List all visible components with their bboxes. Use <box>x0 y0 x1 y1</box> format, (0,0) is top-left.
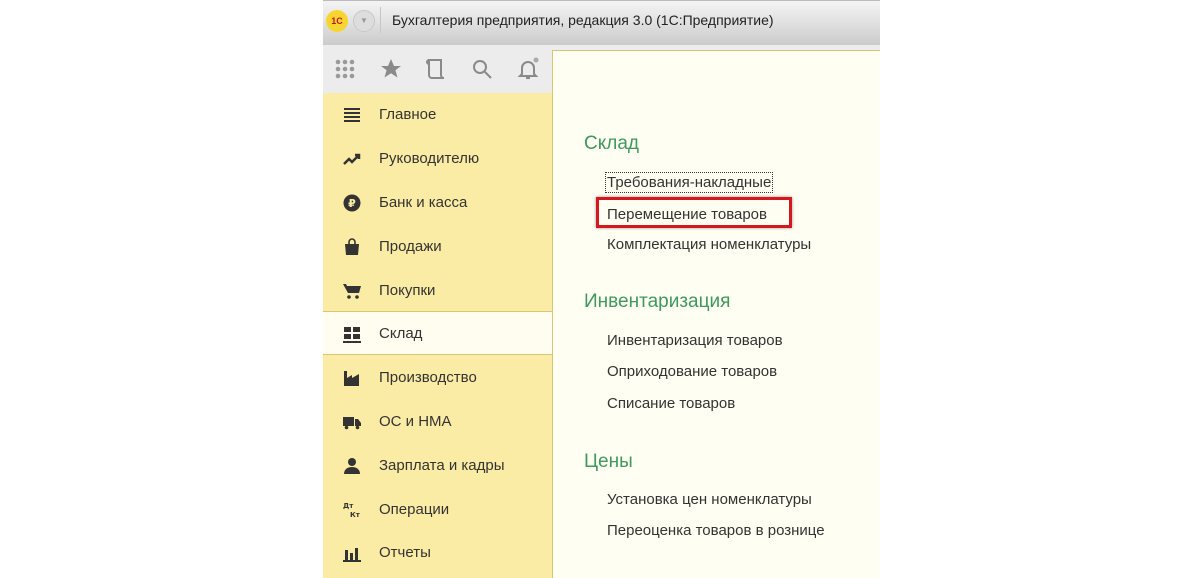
dt-label: Дт <box>343 502 354 510</box>
sidebar-item-label: Главное <box>379 106 437 123</box>
sidebar-item-purchases[interactable]: Покупки <box>323 269 552 312</box>
sidebar-item-label: Производство <box>379 369 477 386</box>
link-receipt-goods[interactable]: Оприходование товаров <box>607 363 777 380</box>
section-title-inventory: Инвентаризация <box>584 291 731 312</box>
sidebar: Главное Руководителю ₽ Банк и касса Прод… <box>323 93 553 578</box>
apps-grid-icon[interactable] <box>333 57 357 81</box>
sidebar-item-label: Покупки <box>379 282 436 299</box>
sidebar-item-operations[interactable]: Дт Кт Операции <box>323 488 552 531</box>
bag-icon <box>345 238 359 255</box>
main-menu-button[interactable]: ▼ <box>353 10 375 32</box>
menu-lines-icon <box>344 108 360 122</box>
section-title-prices: Цены <box>584 451 633 472</box>
svg-text:₽: ₽ <box>348 197 356 210</box>
sidebar-item-manager[interactable]: Руководителю <box>323 137 552 180</box>
sidebar-item-label: Операции <box>379 501 450 518</box>
person-icon <box>344 458 360 474</box>
bell-icon[interactable] <box>516 57 540 81</box>
history-icon[interactable] <box>424 57 448 81</box>
highlight-box <box>596 197 792 228</box>
sidebar-item-sales[interactable]: Продажи <box>323 225 552 268</box>
sidebar-item-reports[interactable]: Отчеты <box>323 531 552 574</box>
trend-icon <box>343 153 361 165</box>
link-inventory-goods[interactable]: Инвентаризация товаров <box>607 332 783 349</box>
sidebar-item-label: Продажи <box>379 238 442 255</box>
kt-label: Кт <box>350 511 361 519</box>
dt-kt-icon: Дт Кт <box>343 502 361 519</box>
truck-icon <box>343 417 361 430</box>
sidebar-item-warehouse[interactable]: Склад <box>323 311 552 355</box>
sidebar-item-label: ОС и НМА <box>379 413 452 430</box>
warehouse-icon <box>343 327 361 343</box>
sidebar-item-fixed-assets[interactable]: ОС и НМА <box>323 400 552 443</box>
search-icon[interactable] <box>470 57 494 81</box>
link-requisitions[interactable]: Требования-накладные <box>604 172 774 193</box>
app-window: 1С ▼ Бухгалтерия предприятия, редакция 3… <box>323 0 880 578</box>
bar-chart-icon <box>343 548 361 562</box>
divider <box>380 7 381 33</box>
sidebar-item-label: Зарплата и кадры <box>379 457 505 474</box>
factory-icon <box>344 371 359 386</box>
sidebar-item-label: Руководителю <box>379 150 480 167</box>
cart-icon <box>343 284 361 299</box>
1c-logo[interactable]: 1С <box>326 10 348 32</box>
sidebar-item-label: Отчеты <box>379 544 431 561</box>
sidebar-item-label: Банк и касса <box>379 194 468 211</box>
link-revaluation[interactable]: Переоценка товаров в рознице <box>607 522 825 539</box>
sidebar-item-production[interactable]: Производство <box>323 356 552 399</box>
title-bar: 1С ▼ Бухгалтерия предприятия, редакция 3… <box>323 0 880 46</box>
star-icon[interactable] <box>379 57 403 81</box>
sidebar-item-salary[interactable]: Зарплата и кадры <box>323 444 552 487</box>
link-set-prices[interactable]: Установка цен номенклатуры <box>607 491 812 508</box>
sidebar-item-main[interactable]: Главное <box>323 93 552 136</box>
link-writeoff-goods[interactable]: Списание товаров <box>607 395 735 412</box>
link-assembly[interactable]: Комплектация номенклатуры <box>607 236 811 253</box>
sidebar-item-bank[interactable]: ₽ Банк и касса <box>323 181 552 224</box>
sidebar-item-label: Склад <box>379 325 423 342</box>
section-title-warehouse: Склад <box>584 133 639 154</box>
ruble-icon: ₽ <box>343 194 361 212</box>
section-content: Склад Требования-накладные Перемещение т… <box>552 50 880 578</box>
window-title: Бухгалтерия предприятия, редакция 3.0 (1… <box>392 12 774 28</box>
